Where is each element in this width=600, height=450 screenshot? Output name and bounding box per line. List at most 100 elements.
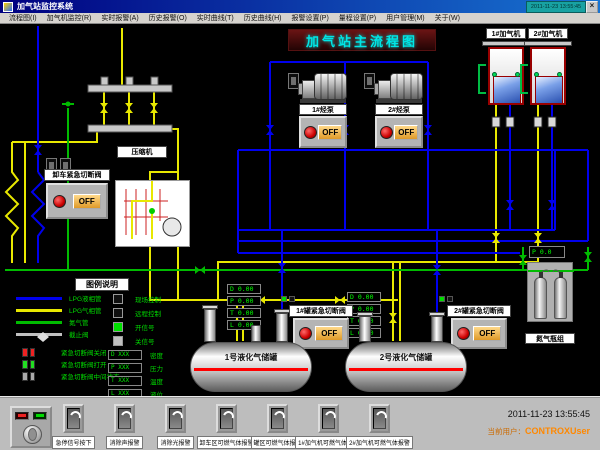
legend-label: 关信号 — [135, 336, 155, 346]
unload-valve-label: 卸车紧急切断阀 — [44, 169, 110, 181]
close-signal-icon — [447, 296, 453, 302]
legend-pipe-row: 截止阀 — [8, 328, 102, 340]
menu-item[interactable]: 流程图(I) — [4, 13, 42, 23]
valve-state-icon — [22, 348, 35, 357]
toggle-switch[interactable] — [114, 404, 135, 433]
green-led-display — [33, 412, 47, 420]
menu-item[interactable]: 量程设置(P) — [334, 13, 381, 23]
current-user-label: 当前用户： — [487, 427, 525, 436]
toggle-switch[interactable] — [369, 404, 390, 433]
scada-window: 加气站监控系统 2011-11-23 13:55:45 × 流程图(I)加气机监… — [0, 0, 600, 450]
legend-pipe-row: 氮气管 — [8, 316, 102, 328]
tank-1-valve-label: 1#罐紧急切断阀 — [289, 305, 353, 317]
alarm-switch-row: 急停信号按下 消除声报警 消除光报警 卸车区可燃气体报警 — [48, 404, 408, 449]
legend-valve-state-row: 紧急切断阀关闭 — [8, 346, 120, 358]
unload-valve-off-button[interactable]: OFF — [73, 194, 101, 209]
legend-title: 图例说明 — [75, 278, 129, 291]
current-user: 当前用户：CONTROXUser — [487, 426, 590, 437]
valve-closed-lamp — [299, 327, 312, 340]
legend-signal-row: 开信号 — [113, 320, 161, 334]
dispenser-2: 2#加气机 — [528, 28, 568, 128]
legend-signal-row: 现场控制 — [113, 292, 161, 306]
legend-instruments: D XXX 密度 P XXX 压力 T XXX 温度 L XXX — [108, 348, 163, 400]
dispenser-2-label: 2#加气机 — [528, 28, 568, 39]
switch-label: 消除声报警 — [106, 436, 142, 449]
toggle-switch[interactable] — [165, 404, 186, 433]
tank-1-label: 1号液化气储罐 — [191, 352, 311, 363]
legend-valve-state-row: 紧急切断阀中间状态 — [8, 370, 120, 382]
instrument-readout: D 0.00 — [347, 292, 381, 302]
pump-1-off-button[interactable]: OFF — [318, 125, 342, 140]
tank-1-valve-off-button[interactable]: OFF — [315, 326, 343, 341]
nitrogen-pressure-readout: P 0.0 — [529, 246, 565, 258]
alarm-panel — [10, 406, 52, 448]
pump-1-stopped-lamp — [304, 126, 317, 139]
tank-1-nozzle — [251, 325, 261, 342]
dispenser-1-label: 1#加气机 — [486, 28, 526, 39]
app-icon — [3, 2, 13, 12]
current-user-name: CONTROXUser — [525, 426, 590, 436]
tank-1-nozzle — [276, 313, 288, 342]
compressor-label: 压缩机 — [117, 146, 167, 158]
pump-2-stopped-lamp — [380, 126, 393, 139]
menu-item[interactable]: 历史报警(O) — [144, 13, 192, 23]
close-signal-icon — [289, 296, 295, 302]
instrument-tag: P XXX — [108, 363, 142, 373]
reset-knob[interactable] — [23, 425, 42, 444]
legend-pipes: LPG液相管 LPG气相管 氮气管 截止阀 — [8, 292, 102, 340]
menu-item[interactable]: 报警设置(P) — [286, 13, 333, 23]
pump-1-label: 1#烃泵 — [299, 104, 347, 115]
menu-item[interactable]: 历史曲线(H) — [239, 13, 287, 23]
legend-label: LPG液相管 — [69, 293, 102, 303]
menu-item[interactable]: 加气机监控(R) — [42, 13, 97, 23]
instrument-tag: D XXX — [108, 350, 142, 360]
dispenser-1-panel — [493, 76, 521, 104]
legend-label: 氮气管 — [69, 317, 89, 327]
toggle-switch[interactable] — [318, 404, 339, 433]
tank-2-valve-signals — [439, 296, 453, 302]
menu-item[interactable]: 用户管理(M) — [381, 13, 430, 23]
pump-2-panel: OFF — [375, 116, 423, 148]
legend-label: 紧急切断阀打开 — [61, 359, 107, 369]
legend-label: 现场控制 — [135, 294, 161, 304]
tank-2-label: 2号液化气储罐 — [346, 352, 466, 363]
valve-state-icon — [22, 372, 35, 381]
close-button[interactable]: × — [586, 1, 598, 13]
menu-item[interactable]: 实时曲线(T) — [192, 13, 239, 23]
legend-label: 密度 — [150, 350, 163, 360]
legend-valve-state-row: 紧急切断阀打开 — [8, 358, 120, 370]
legend-label: LPG气相管 — [69, 305, 102, 315]
diagram-title: 加气站主流程图 — [288, 29, 436, 51]
dispenser-2-canopy — [524, 41, 572, 46]
toggle-switch[interactable] — [63, 404, 84, 433]
tank-2-valve-off-button[interactable]: OFF — [473, 326, 501, 341]
open-signal-icon — [281, 296, 287, 302]
switch-label: 急停信号按下 — [52, 436, 94, 449]
valve-state-icon — [22, 360, 35, 369]
legend-label: 截止阀 — [69, 329, 89, 339]
gas-detector-icon — [478, 64, 484, 94]
legend-label: 紧急切断阀关闭 — [61, 347, 107, 357]
signal-box-icon — [113, 322, 123, 332]
menu-item[interactable]: 实时报警(A) — [96, 13, 143, 23]
red-led-display — [15, 412, 29, 420]
flow-diagram: 加气站主流程图 1#加气机 2#加气机 压缩机 — [0, 24, 600, 396]
pump-1-panel: OFF — [299, 116, 347, 148]
alarm-switch: 消除光报警 — [150, 404, 201, 449]
tank-2-valve-panel: OFF — [451, 318, 507, 349]
menu-item[interactable]: 关于(W) — [430, 13, 465, 23]
toggle-switch[interactable] — [216, 404, 237, 433]
gas-detector-icon — [520, 64, 526, 94]
toggle-switch[interactable] — [267, 404, 288, 433]
pump-1 — [300, 68, 346, 104]
tank-1-valve-signals — [281, 296, 295, 302]
instrument-readout: D 0.00 — [227, 284, 261, 294]
signal-box-icon — [113, 336, 123, 346]
alarm-switch: 消除声报警 — [99, 404, 150, 449]
title-bar: 加气站监控系统 2011-11-23 13:55:45 × — [0, 0, 600, 13]
pipe-sample — [16, 297, 62, 300]
switch-label: 卸车区可燃气体报警 — [197, 436, 257, 449]
legend-instrument-row: P XXX 压力 — [108, 361, 163, 374]
pump-2-off-button[interactable]: OFF — [394, 125, 418, 140]
menu-bar: 流程图(I)加气机监控(R)实时报警(A)历史报警(O)实时曲线(T)历史曲线(… — [0, 13, 600, 24]
